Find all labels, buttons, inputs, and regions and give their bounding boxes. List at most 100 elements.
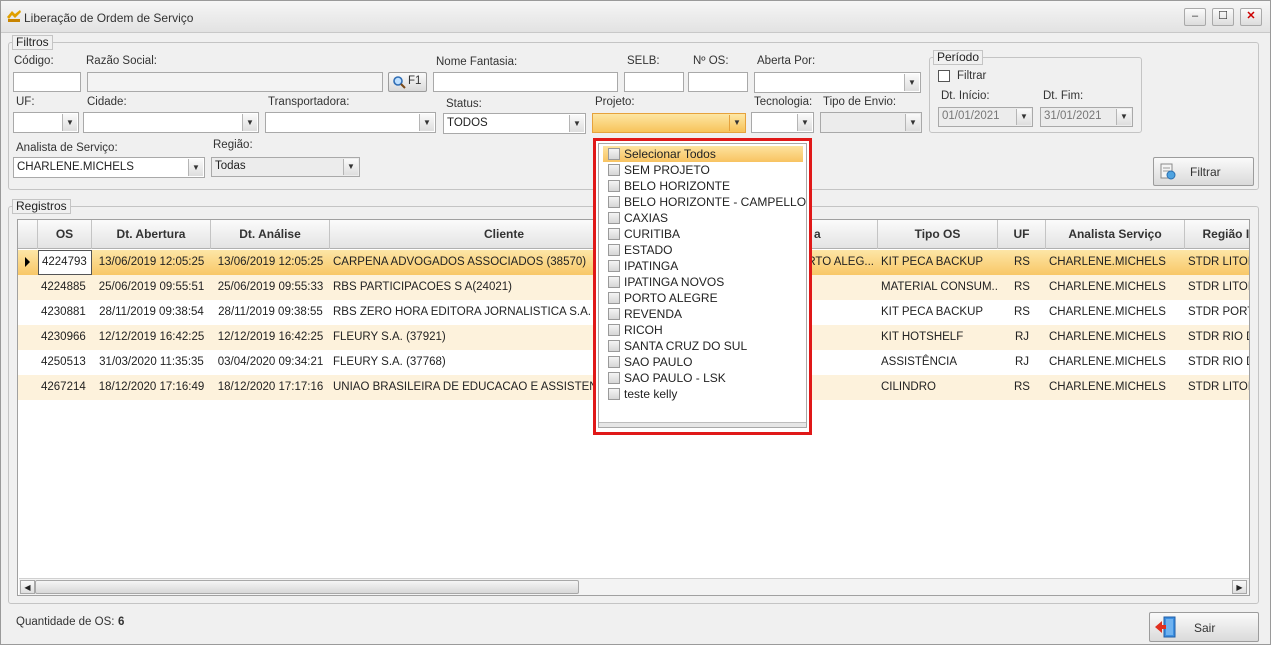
cell-abertura: 12/12/2019 16:42:25 xyxy=(98,331,205,343)
cell-tipo: KIT PECA BACKUP xyxy=(881,306,984,318)
sair-button[interactable]: Sair xyxy=(1149,612,1259,642)
projeto-item[interactable]: CAXIAS xyxy=(603,210,803,226)
analista-combo[interactable]: CHARLENE.MICHELS ▼ xyxy=(13,157,205,178)
cell-os[interactable]: 4224793 xyxy=(38,250,92,275)
aberta-combo[interactable]: ▼ xyxy=(754,72,921,93)
cell-tipo: KIT PECA BACKUP xyxy=(881,256,984,268)
projeto-item[interactable]: IPATINGA xyxy=(603,258,803,274)
checkbox-icon[interactable] xyxy=(608,212,620,224)
projeto-list[interactable]: Selecionar Todos SEM PROJETO BELO HORIZO… xyxy=(598,143,807,428)
cell-abertura: 25/06/2019 09:55:51 xyxy=(98,281,205,293)
checkbox-icon[interactable] xyxy=(608,388,620,400)
checkbox-icon[interactable] xyxy=(608,340,620,352)
checkbox-icon[interactable] xyxy=(608,308,620,320)
projeto-item-selecionar-todos[interactable]: Selecionar Todos xyxy=(603,146,803,162)
chevron-down-icon: ▼ xyxy=(905,114,920,131)
header-uf[interactable]: UF xyxy=(998,220,1046,249)
cell-tipo: ASSISTÊNCIA xyxy=(881,356,958,368)
item-label: CAXIAS xyxy=(624,211,669,225)
close-button[interactable]: ✕ xyxy=(1240,8,1262,26)
minimize-button[interactable]: – xyxy=(1184,8,1206,26)
checkbox-icon[interactable] xyxy=(608,180,620,192)
item-label: Selecionar Todos xyxy=(624,147,716,161)
item-label: SAO PAULO - LSK xyxy=(624,371,726,385)
cell-tipo: MATERIAL CONSUM... xyxy=(881,281,998,293)
razao-input[interactable] xyxy=(87,72,383,92)
checkbox-icon[interactable] xyxy=(608,324,620,336)
projeto-item[interactable]: REVENDA xyxy=(603,306,803,322)
codigo-label: Código: xyxy=(14,55,54,67)
chevron-down-icon: ▼ xyxy=(1016,109,1031,125)
header-dt-abertura[interactable]: Dt. Abertura xyxy=(92,220,211,249)
cidade-combo[interactable]: ▼ xyxy=(83,112,259,133)
chevron-down-icon: ▼ xyxy=(569,115,584,132)
projeto-item[interactable]: IPATINGA NOVOS xyxy=(603,274,803,290)
cell-regiao: STDR LITOR xyxy=(1188,281,1250,293)
filtrar-button[interactable]: Filtrar xyxy=(1153,157,1254,186)
projeto-item[interactable]: SAO PAULO xyxy=(603,354,803,370)
item-label: IPATINGA NOVOS xyxy=(624,275,725,289)
cell-os: 4224885 xyxy=(41,281,86,293)
header-analista[interactable]: Analista Serviço xyxy=(1046,220,1185,249)
fim-date[interactable]: 31/01/2021 ▼ xyxy=(1040,107,1133,127)
checkbox-icon[interactable] xyxy=(608,244,620,256)
cell-abertura: 18/12/2020 17:16:49 xyxy=(98,381,205,393)
checkbox-icon[interactable] xyxy=(608,228,620,240)
header-dt-analise[interactable]: Dt. Análise xyxy=(211,220,330,249)
projeto-item[interactable]: SEM PROJETO xyxy=(603,162,803,178)
cell-os: 4267214 xyxy=(41,381,86,393)
projeto-item[interactable]: BELO HORIZONTE - CAMPELLO xyxy=(603,194,807,210)
tipoenvio-combo[interactable]: ▼ xyxy=(820,112,922,133)
projeto-item[interactable]: CURITIBA xyxy=(603,226,803,242)
chevron-down-icon: ▼ xyxy=(62,114,77,131)
item-label: BELO HORIZONTE xyxy=(624,179,731,193)
checkbox-icon[interactable] xyxy=(608,164,620,176)
header-os[interactable]: OS xyxy=(38,220,92,249)
scroll-right-icon[interactable]: ▶ xyxy=(1232,580,1247,594)
chevron-down-icon: ▼ xyxy=(242,114,257,131)
checkbox-icon[interactable] xyxy=(608,372,620,384)
cell-uf: RS xyxy=(1014,381,1030,393)
projeto-item[interactable]: SAO PAULO - LSK xyxy=(603,370,803,386)
f1-search-button[interactable]: F1 xyxy=(388,72,427,92)
cell-analista: CHARLENE.MICHELS xyxy=(1049,256,1166,268)
projeto-item[interactable]: ESTADO xyxy=(603,242,803,258)
codigo-input[interactable] xyxy=(13,72,81,92)
projeto-item[interactable]: teste kelly xyxy=(603,386,803,402)
checkbox-icon[interactable] xyxy=(608,196,620,208)
cell-os: 4230966 xyxy=(41,331,86,343)
nos-input[interactable] xyxy=(688,72,748,92)
checkbox-icon[interactable] xyxy=(608,292,620,304)
projeto-item[interactable]: SANTA CRUZ DO SUL xyxy=(603,338,803,354)
checkbox-icon[interactable] xyxy=(608,260,620,272)
regiao-combo[interactable]: Todas ▼ xyxy=(211,157,360,177)
dropdown-scrollbar[interactable] xyxy=(599,422,806,427)
checkbox-icon[interactable] xyxy=(608,356,620,368)
status-combo[interactable]: TODOS ▼ xyxy=(443,113,586,134)
fantasia-input[interactable] xyxy=(433,72,618,92)
selb-input[interactable] xyxy=(624,72,684,92)
item-label: BELO HORIZONTE - CAMPELLO xyxy=(624,195,807,209)
periodo-filtrar-label: Filtrar xyxy=(957,70,987,82)
tecnologia-combo[interactable]: ▼ xyxy=(751,112,814,133)
maximize-button[interactable]: ☐ xyxy=(1212,8,1234,26)
header-regiao[interactable]: Região In xyxy=(1185,220,1249,249)
f1-label: F1 xyxy=(408,75,422,87)
scroll-left-icon[interactable]: ◀ xyxy=(20,580,35,594)
uf-combo[interactable]: ▼ xyxy=(13,112,79,133)
projeto-item[interactable]: PORTO ALEGRE xyxy=(603,290,803,306)
checkbox-icon[interactable] xyxy=(608,276,620,288)
projeto-combo[interactable]: ▼ xyxy=(592,113,746,133)
row-indicator xyxy=(18,250,37,275)
header-tipo-os[interactable]: Tipo OS xyxy=(878,220,998,249)
projeto-item[interactable]: RICOH xyxy=(603,322,803,338)
scroll-thumb[interactable] xyxy=(35,580,579,594)
periodo-filtrar-checkbox[interactable] xyxy=(938,70,950,82)
inicio-date[interactable]: 01/01/2021 ▼ xyxy=(938,107,1033,127)
chevron-down-icon: ▼ xyxy=(419,114,434,131)
transp-combo[interactable]: ▼ xyxy=(265,112,436,133)
filter-icon xyxy=(1160,163,1176,180)
projeto-item[interactable]: BELO HORIZONTE xyxy=(603,178,803,194)
checkbox-icon[interactable] xyxy=(608,148,620,160)
grid-hscrollbar[interactable]: ◀ ▶ xyxy=(19,578,1249,595)
